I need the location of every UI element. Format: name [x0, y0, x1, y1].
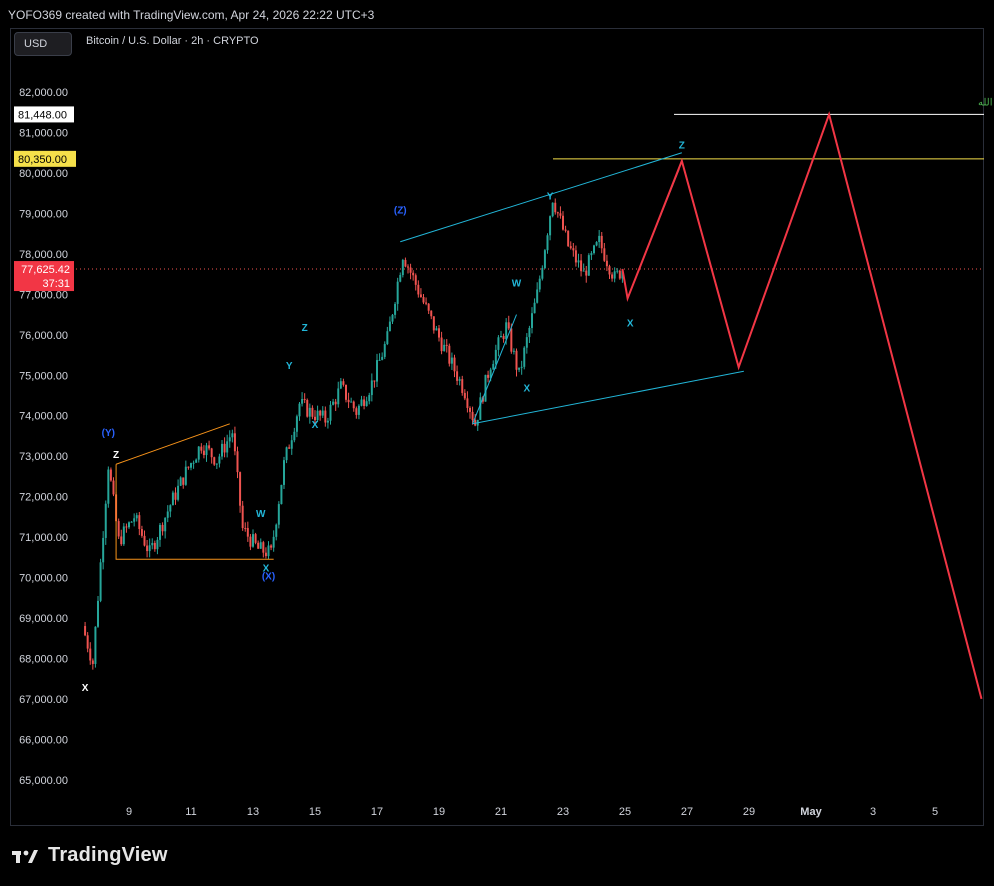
- currency-button[interactable]: USD: [14, 32, 72, 56]
- tradingview-logo-icon: [12, 849, 38, 863]
- tradingview-wordmark: TradingView: [48, 844, 168, 866]
- symbol-title: Bitcoin / U.S. Dollar · 2h · CRYPTO: [86, 35, 259, 47]
- chart-frame: [10, 28, 984, 826]
- chart-credit: YOFO369 created with TradingView.com, Ap…: [8, 8, 375, 22]
- tradingview-logo[interactable]: TradingView: [12, 844, 168, 867]
